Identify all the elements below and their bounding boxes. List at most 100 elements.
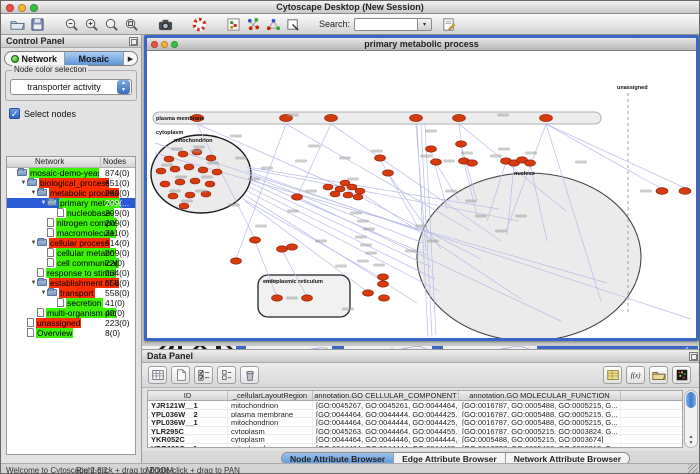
float-data-panel-icon[interactable]	[689, 352, 698, 361]
column-header-cc[interactable]: annotation.GO CELLULAR_COMPONENT	[313, 391, 459, 400]
table-scrollbar[interactable]: ▲▼	[684, 390, 698, 448]
tree-expander-icon[interactable]: ▼	[30, 190, 37, 196]
help-ring-icon[interactable]	[189, 15, 209, 33]
tree-item-cellular-process[interactable]: ▼cellular process614(0)	[7, 238, 135, 248]
cell-mf: [GO:0016787, GO:0005215, GO:0003824, G..…	[459, 427, 621, 435]
table-row[interactable]: YKR052Ccytoplasm[GO:0044464, GO:0044446,…	[148, 435, 682, 444]
node-color-combobox[interactable]: transporter activity ▲▼	[10, 79, 132, 95]
tree-item-node-count: 264(0)	[105, 268, 136, 278]
zoom-fit-icon[interactable]	[101, 15, 121, 33]
tree-item-unassigned[interactable]: unassigned223(0)	[7, 318, 135, 328]
network-overview-icon[interactable]	[223, 15, 243, 33]
tree-item-cell-communicat[interactable]: cell communicat22(0)	[7, 258, 135, 268]
cell-id: YKR052C	[148, 435, 228, 443]
minimize-window-button[interactable]	[18, 4, 26, 12]
resize-grip[interactable]	[688, 464, 698, 474]
tree-item-response-to-stimulu[interactable]: response to stimulu264(0)	[7, 268, 135, 278]
table-row[interactable]: YDR039C__1mitochondrion[GO:0044464, GO:0…	[148, 444, 682, 449]
table-mode-icon[interactable]	[148, 366, 167, 384]
zoom-in-icon[interactable]	[81, 15, 101, 33]
attribute-editor-icon[interactable]	[603, 366, 622, 384]
table-row[interactable]: YLR295Ccytoplasm[GO:0045263, GO:0044464,…	[148, 427, 682, 436]
zoom-network-window-button[interactable]	[171, 41, 178, 48]
table-row[interactable]: YJR121W__1mitochondrion[GO:0045267, GO:0…	[148, 401, 682, 410]
column-header-id[interactable]: ID	[148, 391, 228, 400]
search-edit-icon[interactable]	[438, 15, 458, 33]
snapshot-icon[interactable]	[155, 15, 175, 33]
column-header-mf[interactable]: annotation.GO MOLECULAR_FUNCTION	[459, 391, 621, 400]
tree-item-label: Overview	[36, 328, 73, 338]
network-view-window[interactable]: primary metabolic process plasma membran…	[144, 35, 699, 341]
tree-item-node-count: 558(0)	[105, 288, 136, 298]
tree-item-mosaic-demo-yeast[interactable]: mosaic-demo-yeast874(0)	[7, 168, 135, 178]
table-scrollbar-arrows[interactable]: ▲▼	[685, 434, 697, 446]
unselect-attributes-icon[interactable]	[217, 366, 236, 384]
cell-reg: plasma membrane	[228, 410, 313, 418]
tree-expander-icon[interactable]: ▼	[30, 240, 37, 246]
zoom-selected-icon[interactable]	[121, 15, 141, 33]
zoom-out-icon[interactable]	[61, 15, 81, 33]
tree-expander-icon[interactable]: ▼	[20, 180, 27, 186]
data-panel-toolbar: f(x)	[142, 363, 700, 388]
open-file-icon[interactable]	[7, 15, 27, 33]
tree-item-node-count: 311(0)	[105, 228, 136, 238]
import-attributes-icon[interactable]	[649, 366, 668, 384]
search-label: Search:	[319, 19, 350, 29]
attribute-table[interactable]: ID_cellularLayoutRegionannotation.GO CEL…	[147, 390, 683, 448]
zoom-window-button[interactable]	[30, 4, 38, 12]
layout-edges-icon[interactable]	[263, 15, 283, 33]
folder-icon	[17, 168, 27, 178]
tree-column-nodes[interactable]: Nodes	[101, 157, 135, 167]
tab-mosaic[interactable]: Mosaic	[65, 52, 125, 65]
function-builder-icon[interactable]: f(x)	[626, 366, 645, 384]
minimize-network-window-button[interactable]	[161, 41, 168, 48]
tab-network[interactable]: Network	[5, 52, 65, 65]
tree-item-biological-process[interactable]: ▼biological_process651(0)	[7, 178, 135, 188]
network-canvas[interactable]: plasma membranecytoplasmmitochondrionnuc…	[147, 51, 696, 338]
cell-reg: cytoplasm	[228, 427, 313, 435]
annotation-export-icon[interactable]	[283, 15, 303, 33]
tree-item-secretion[interactable]: secretion41(0)	[7, 298, 135, 308]
table-scrollbar-thumb[interactable]	[686, 392, 696, 408]
float-panel-icon[interactable]	[129, 37, 138, 46]
tree-expander-icon[interactable]: ▼	[30, 280, 37, 286]
toolbar-icons	[7, 15, 303, 33]
tabs-overflow-arrow[interactable]: ▶	[124, 52, 137, 65]
cell-id: YJR121W__1	[148, 401, 228, 409]
select-nodes-checkbox[interactable]: ✓	[9, 108, 20, 119]
app-titlebar: Cytoscape Desktop (New Session)	[1, 1, 699, 14]
cell-reg: cytoplasm	[228, 435, 313, 443]
matrix-view-icon[interactable]	[672, 366, 691, 384]
save-icon[interactable]	[27, 15, 47, 33]
network-window-titlebar[interactable]: primary metabolic process	[147, 38, 696, 51]
tree-item-primary-metabo[interactable]: ▼primary metabo209(...	[7, 198, 135, 208]
tree-item-transport[interactable]: ▼transport558(0)	[7, 288, 135, 298]
search-dropdown-button[interactable]: ▾	[418, 18, 432, 31]
delete-attribute-icon[interactable]	[240, 366, 259, 384]
tree-item-macromolecule[interactable]: macromolecule311(0)	[7, 228, 135, 238]
layout-nodes-icon[interactable]	[243, 15, 263, 33]
new-attribute-icon[interactable]	[171, 366, 190, 384]
tree-column-network[interactable]: Network	[7, 157, 101, 167]
tree-item-metabolic-process[interactable]: ▼metabolic process280(0)	[7, 188, 135, 198]
tree-item-nucleobase-[interactable]: nucleobase-209(0)	[7, 208, 135, 218]
tree-item-multi-organism-pro[interactable]: multi-organism pro42(0)	[7, 308, 135, 318]
close-window-button[interactable]	[6, 4, 14, 12]
column-header-reg[interactable]: _cellularLayoutRegion	[228, 391, 313, 400]
tree-item-overview[interactable]: Overview8(0)	[7, 328, 135, 338]
tree-item-cellular-metabo[interactable]: cellular metabo209(0)	[7, 248, 135, 258]
search-input[interactable]	[354, 18, 418, 31]
close-network-window-button[interactable]	[151, 41, 158, 48]
main-toolbar: Search: ▾	[1, 14, 699, 35]
tree-expander-icon[interactable]: ▼	[40, 200, 47, 206]
tree-item-nitrogen-compo[interactable]: nitrogen compo209(0)	[7, 218, 135, 228]
tree-expander-icon[interactable]: ▼	[40, 290, 47, 296]
network-graph-svg[interactable]: plasma membranecytoplasmmitochondrionnuc…	[147, 51, 696, 338]
tree-item-establishment-of-lo[interactable]: ▼establishment of lo558(0)	[7, 278, 135, 288]
select-attributes-icon[interactable]	[194, 366, 213, 384]
table-row[interactable]: YPL036W__1mitochondrion[GO:0044464, GO:0…	[148, 418, 682, 427]
tree-item-label: cellular process	[49, 238, 110, 248]
table-row[interactable]: YPL036W__2plasma membrane[GO:0044464, GO…	[148, 410, 682, 419]
svg-text:nucleus: nucleus	[514, 171, 535, 177]
cell-reg: mitochondrion	[228, 418, 313, 426]
